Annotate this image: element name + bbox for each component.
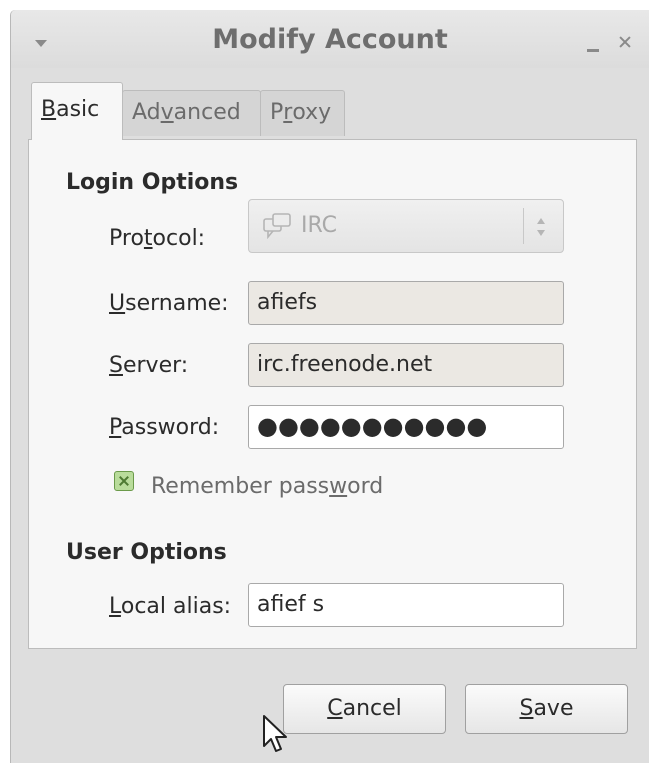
tab-advanced[interactable]: Advanced <box>122 90 261 136</box>
chat-icon <box>263 213 291 239</box>
tab-proxy[interactable]: Proxy <box>260 90 345 136</box>
username-field[interactable]: afiefs <box>248 281 564 325</box>
login-options-heading: Login Options <box>66 170 239 195</box>
password-field[interactable]: ●●●●●●●●●●● <box>248 405 564 449</box>
spinner-arrows-icon <box>537 218 545 236</box>
user-options-heading: User Options <box>66 540 227 565</box>
local-alias-field[interactable]: afief s <box>248 583 564 627</box>
protocol-select[interactable]: IRC <box>248 199 564 253</box>
window-title: Modify Account <box>212 24 448 55</box>
username-label: Username: <box>109 291 229 316</box>
save-button[interactable]: Save <box>465 684 628 734</box>
cancel-button[interactable]: Cancel <box>283 684 446 734</box>
server-field[interactable]: irc.freenode.net <box>248 343 564 387</box>
protocol-value: IRC <box>301 213 338 238</box>
close-icon[interactable] <box>615 32 635 52</box>
server-label: Server: <box>109 353 189 378</box>
remember-password-checkbox[interactable] <box>114 471 134 491</box>
mouse-pointer-icon <box>263 715 287 752</box>
minimize-icon[interactable] <box>587 49 599 52</box>
titlebar[interactable]: Modify Account <box>11 10 649 68</box>
tab-basic[interactable]: Basic <box>31 82 123 140</box>
protocol-label: Protocol: <box>109 226 206 251</box>
local-alias-label: Local alias: <box>109 594 232 619</box>
password-label: Password: <box>109 415 220 440</box>
remember-password-label[interactable]: Remember password <box>151 474 383 499</box>
